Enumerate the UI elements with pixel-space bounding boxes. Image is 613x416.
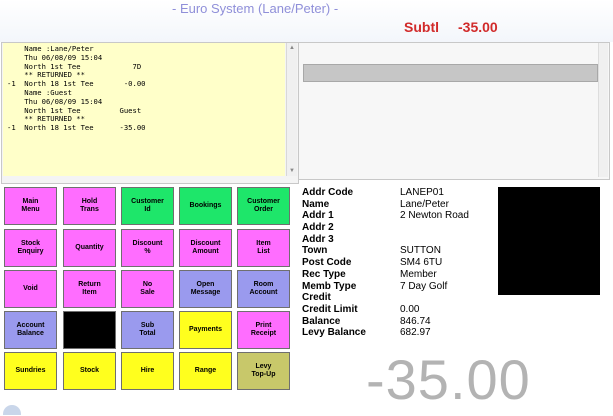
customer-field-row: Addr 3 [302, 234, 492, 246]
receipt-scrollbar[interactable]: ▲ ▼ [286, 43, 297, 176]
app-title: - Euro System (Lane/Peter) - [172, 1, 339, 16]
no-sale-button[interactable]: No Sale [121, 270, 174, 308]
scroll-down-arrow-icon[interactable]: ▼ [288, 167, 296, 175]
customer-field-value: 0.00 [400, 303, 420, 315]
customer-id-button[interactable]: Customer Id [121, 187, 174, 225]
item-list-button[interactable]: Item List [237, 229, 290, 267]
customer-field-label: Credit Limit [302, 303, 358, 315]
discount-button[interactable]: Discount % [121, 229, 174, 267]
customer-field-value: SM4 6TU [400, 257, 443, 269]
customer-field-row: Credit Limit 0.00 [302, 304, 492, 316]
open-message-button[interactable]: Open Message [179, 270, 232, 308]
customer-field-row: Memb Type 7 Day Golf [302, 281, 492, 293]
discount-amount-button[interactable]: Discount Amount [179, 229, 232, 267]
customer-field-value: Member [400, 268, 437, 280]
payments-button[interactable]: Payments [179, 311, 232, 349]
void-button[interactable]: Void [4, 270, 57, 308]
quantity-button[interactable]: Quantity [63, 229, 116, 267]
customer-field-row: Town SUTTON [302, 245, 492, 257]
customer-photo [498, 187, 600, 295]
bookings-button[interactable]: Bookings [179, 187, 232, 225]
customer-field-row: Levy Balance 682.97 [302, 327, 492, 339]
customer-field-label: Rec Type [302, 268, 346, 280]
customer-field-value: 682.97 [400, 327, 431, 339]
subtotal-label: Subtl [404, 19, 439, 35]
customer-field-row: Name Lane/Peter [302, 199, 492, 211]
customer-field-value: 7 Day Golf [400, 280, 448, 292]
customer-field-value: Lane/Peter [400, 198, 449, 210]
customer-field-value: LANEP01 [400, 187, 444, 198]
customer-order-button[interactable]: Customer Order [237, 187, 290, 225]
customer-field-row: Addr Code LANEP01 [302, 187, 492, 199]
customer-field-label: Name [302, 198, 330, 210]
receipt-journal[interactable]: Name :Lane/Peter Thu 06/08/09 15:04 Nort… [3, 43, 285, 176]
range-button[interactable]: Range [179, 352, 232, 390]
customer-field-label: Addr 2 [302, 222, 334, 234]
customer-field-label: Post Code [302, 257, 352, 269]
customer-field-label: Addr Code [302, 187, 354, 198]
customer-field-value: SUTTON [400, 245, 441, 257]
customer-field-label: Credit [302, 292, 331, 304]
customer-field-row: Addr 2 [302, 222, 492, 234]
customer-field-value: 846.74 [400, 315, 431, 327]
customer-field-row: Credit [302, 292, 492, 304]
customer-field-row: Balance 846.74 [302, 316, 492, 328]
title-bar: - Euro System (Lane/Peter) - Subtl -35.0… [0, 0, 613, 42]
item-panel-scrollbar[interactable] [598, 43, 608, 177]
account-balance-button[interactable]: Account Balance [4, 311, 57, 349]
customer-details-panel: Addr Code LANEP01 Name Lane/Peter Addr 1 2 Ne… [302, 187, 492, 339]
stock-enquiry-button[interactable]: Stock Enquiry [4, 229, 57, 267]
item-entry-bar[interactable] [303, 64, 598, 82]
customer-field-label: Town [302, 245, 328, 257]
return-item-button[interactable]: Return Item [63, 270, 116, 308]
room-account-button[interactable]: Room Account [237, 270, 290, 308]
scroll-up-arrow-icon[interactable]: ▲ [288, 44, 296, 52]
sub-total-button[interactable]: Sub Total [121, 311, 174, 349]
receipt-line: -1 North 18 1st Tee -35.00 [7, 123, 146, 133]
customer-field-label: Memb Type [302, 280, 357, 292]
main-menu-button[interactable]: Main Menu [4, 187, 57, 225]
customer-field-row: Rec Type Member [302, 269, 492, 281]
print-receipt-button[interactable]: Print Receipt [237, 311, 290, 349]
customer-field-row: Addr 1 2 Newton Road [302, 210, 492, 222]
customer-field-row: Post Code SM4 6TU [302, 257, 492, 269]
customer-field-label: Addr 1 [302, 210, 334, 222]
subtotal-value: -35.00 [458, 19, 498, 35]
stock-button[interactable]: Stock [63, 352, 116, 390]
customer-field-label: Addr 3 [302, 233, 334, 245]
item-panel [298, 42, 610, 180]
sundries-button[interactable]: Sundries [4, 352, 57, 390]
customer-field-value: 2 Newton Road [400, 210, 469, 222]
hire-button[interactable]: Hire [121, 352, 174, 390]
customer-field-label: Balance [302, 315, 341, 327]
blank-button[interactable] [63, 311, 116, 349]
total-display: -35.00 [366, 348, 531, 411]
levy-top-up-button[interactable]: Levy Top-Up [237, 352, 290, 390]
customer-field-label: Levy Balance [302, 327, 366, 339]
hold-trans-button[interactable]: Hold Trans [63, 187, 116, 225]
function-key-grid: Main Menu Hold Trans Customer Id Bookings Cu… [4, 187, 296, 409]
